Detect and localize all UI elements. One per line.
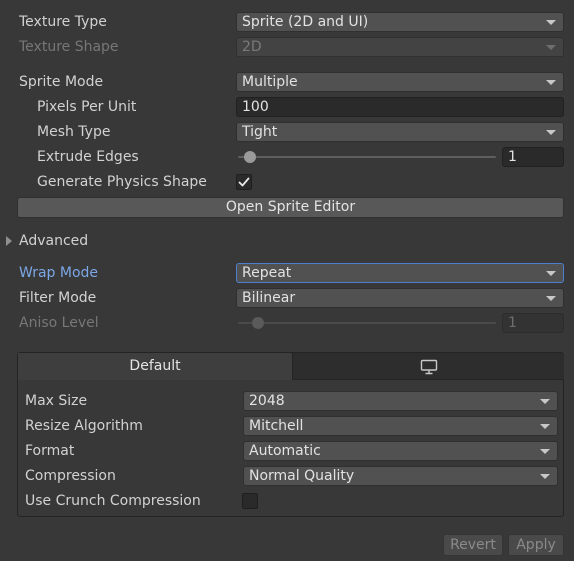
chevron-down-icon: [546, 130, 556, 135]
resize-algorithm-dropdown[interactable]: Mitchell: [243, 416, 558, 436]
compression-dropdown[interactable]: Normal Quality: [243, 466, 558, 486]
extrude-edges-label: Extrude Edges: [37, 149, 139, 165]
wrap-mode-label: Wrap Mode: [19, 265, 99, 281]
aniso-level-slider-track: [238, 322, 496, 324]
use-crunch-compression-label: Use Crunch Compression: [25, 493, 201, 509]
tab-standalone[interactable]: [292, 353, 564, 380]
mesh-type-value: Tight: [242, 124, 278, 140]
format-dropdown[interactable]: Automatic: [243, 441, 558, 461]
wrap-mode-dropdown[interactable]: Repeat: [236, 263, 564, 283]
filter-mode-value: Bilinear: [242, 290, 296, 306]
sprite-mode-dropdown[interactable]: Multiple: [236, 72, 564, 92]
chevron-down-icon: [546, 296, 556, 301]
mesh-type-dropdown[interactable]: Tight: [236, 122, 564, 142]
chevron-down-icon: [540, 399, 550, 404]
chevron-down-icon: [546, 80, 556, 85]
chevron-down-icon: [540, 449, 550, 454]
texture-shape-label: Texture Shape: [19, 39, 119, 55]
max-size-label: Max Size: [25, 393, 88, 409]
aniso-level-slider-handle: [252, 317, 264, 329]
generate-physics-shape-label: Generate Physics Shape: [37, 174, 207, 190]
extrude-edges-slider-handle[interactable]: [244, 151, 256, 163]
compression-value: Normal Quality: [249, 468, 355, 484]
resize-algorithm-label: Resize Algorithm: [25, 418, 143, 434]
compression-label: Compression: [25, 468, 116, 484]
texture-type-dropdown[interactable]: Sprite (2D and UI): [236, 12, 564, 32]
format-value: Automatic: [249, 443, 321, 459]
platform-settings-panel: Default Max Size 2048 Resize Algorithm M…: [17, 352, 564, 517]
mesh-type-label: Mesh Type: [37, 124, 111, 140]
texture-type-value: Sprite (2D and UI): [242, 14, 369, 30]
generate-physics-shape-checkbox[interactable]: [236, 174, 252, 190]
texture-shape-dropdown: 2D: [236, 37, 564, 57]
chevron-down-icon: [540, 474, 550, 479]
texture-type-label: Texture Type: [19, 14, 107, 30]
pixels-per-unit-label: Pixels Per Unit: [37, 99, 137, 115]
pixels-per-unit-field[interactable]: 100: [236, 97, 564, 117]
sprite-mode-label: Sprite Mode: [19, 74, 104, 90]
advanced-foldout-label[interactable]: Advanced: [19, 231, 88, 251]
aniso-level-field: 1: [502, 313, 564, 333]
monitor-icon: [420, 359, 438, 375]
foldout-arrow-icon[interactable]: [6, 236, 12, 246]
extrude-edges-slider-track[interactable]: [238, 156, 496, 158]
texture-shape-value: 2D: [242, 39, 262, 55]
max-size-dropdown[interactable]: 2048: [243, 391, 558, 411]
revert-button[interactable]: Revert: [443, 534, 503, 556]
chevron-down-icon: [546, 271, 556, 276]
open-sprite-editor-button[interactable]: Open Sprite Editor: [17, 197, 564, 218]
resize-algorithm-value: Mitchell: [249, 418, 304, 434]
filter-mode-label: Filter Mode: [19, 290, 97, 306]
format-label: Format: [25, 443, 75, 459]
tab-default[interactable]: Default: [18, 353, 292, 380]
apply-button[interactable]: Apply: [508, 534, 564, 556]
chevron-down-icon: [546, 20, 556, 25]
aniso-level-label: Aniso Level: [19, 315, 99, 331]
sprite-mode-value: Multiple: [242, 74, 298, 90]
extrude-edges-field[interactable]: 1: [502, 147, 564, 167]
max-size-value: 2048: [249, 393, 285, 409]
wrap-mode-value: Repeat: [242, 265, 292, 281]
chevron-down-icon: [546, 45, 556, 50]
chevron-down-icon: [540, 424, 550, 429]
checkmark-icon: [238, 177, 250, 187]
use-crunch-compression-checkbox[interactable]: [242, 493, 258, 509]
filter-mode-dropdown[interactable]: Bilinear: [236, 288, 564, 308]
